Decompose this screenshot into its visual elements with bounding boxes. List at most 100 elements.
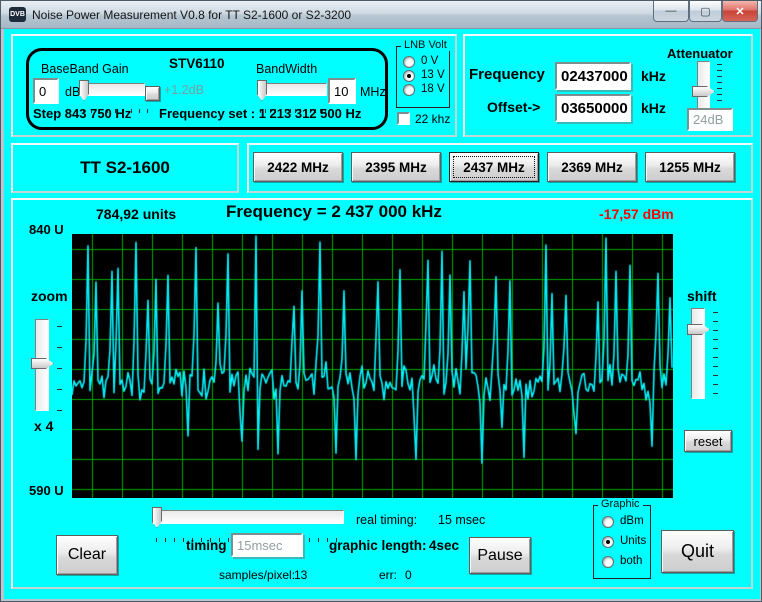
graphic-length-label: graphic length: bbox=[329, 538, 427, 553]
frequency-input[interactable]: 02437000 bbox=[555, 62, 631, 90]
samples-per-pixel-label: samples/pixel: bbox=[219, 568, 296, 582]
preset-2437-button[interactable]: 2437 MHz bbox=[449, 152, 539, 182]
minimize-button[interactable]: — bbox=[653, 1, 689, 22]
bandwidth-input[interactable]: 10 bbox=[328, 78, 356, 104]
err-label: err: bbox=[379, 568, 397, 582]
preset-panel: 2422 MHz 2395 MHz 2437 MHz 2369 MHz 1255… bbox=[247, 143, 753, 193]
samples-per-pixel-value: 13 bbox=[294, 568, 308, 582]
gain-extra-label: +1.2dB bbox=[164, 83, 204, 97]
graph-panel: 784,92 units Frequency = 2 437 000 kHz -… bbox=[11, 198, 753, 589]
units-readout: 784,92 units bbox=[96, 206, 177, 222]
shift-slider-thumb[interactable] bbox=[687, 324, 710, 335]
preset-2422-button[interactable]: 2422 MHz bbox=[253, 152, 343, 182]
zoom-slider-ticks bbox=[57, 326, 62, 431]
frequency-label: Frequency bbox=[469, 66, 545, 83]
graphic-mode-label: Graphic bbox=[598, 498, 643, 510]
titlebar[interactable]: DVB Noise Power Measurement V0.8 for TT … bbox=[1, 1, 761, 29]
lnb-volt-group: LNB Volt 0 V 13 V 18 V bbox=[396, 39, 450, 108]
preset-2437-label: 2437 MHz bbox=[463, 159, 525, 175]
preset-2422-label: 2422 MHz bbox=[267, 159, 329, 175]
zoom-factor-label: x 4 bbox=[34, 418, 54, 434]
graphic-dbm-radio[interactable] bbox=[602, 516, 614, 528]
clear-button-label: Clear bbox=[67, 546, 107, 563]
lnb-18v-radio[interactable] bbox=[403, 84, 415, 96]
timing-slider-thumb[interactable] bbox=[152, 507, 162, 528]
lnb-13v-radio[interactable] bbox=[403, 70, 415, 82]
lnb-18v-label: 18 V bbox=[421, 83, 445, 95]
attenuator-ticks bbox=[717, 64, 722, 106]
attenuator-value-field[interactable]: 24dB bbox=[687, 108, 733, 131]
preset-2369-button[interactable]: 2369 MHz bbox=[547, 152, 637, 182]
y-max-label: 840 U bbox=[29, 222, 64, 237]
chip-label: STV6110 bbox=[169, 56, 225, 71]
graphic-units-label: Units bbox=[620, 535, 647, 547]
maximize-icon: ▢ bbox=[700, 5, 711, 18]
timing-slider-track[interactable] bbox=[152, 510, 344, 524]
gain-input[interactable]: 0 bbox=[33, 78, 59, 104]
graphic-mode-group: Graphic dBm Units both bbox=[593, 498, 651, 579]
attenuator-slider-track[interactable] bbox=[697, 61, 710, 109]
reset-button-label: reset bbox=[693, 433, 723, 449]
close-button[interactable]: ✕ bbox=[722, 1, 758, 22]
clear-button[interactable]: Clear bbox=[56, 535, 118, 575]
step-label: Step 843 750 Hz bbox=[33, 106, 132, 121]
device-panel: TT S2-1600 bbox=[11, 143, 239, 193]
tone-22khz-checkbox[interactable] bbox=[397, 112, 410, 125]
window-title: Noise Power Measurement V0.8 for TT S2-1… bbox=[32, 8, 352, 22]
app-window: DVB Noise Power Measurement V0.8 for TT … bbox=[0, 0, 762, 602]
preset-1255-button[interactable]: 1255 MHz bbox=[645, 152, 735, 182]
quit-button-label: Quit bbox=[680, 541, 714, 561]
real-timing-label: real timing: bbox=[356, 513, 418, 527]
zoom-slider-thumb[interactable] bbox=[31, 358, 54, 369]
timing-input[interactable]: 15msec bbox=[231, 533, 303, 557]
client-area: BaseBand Gain STV6110 BandWidth 0 dB +1.… bbox=[4, 29, 760, 599]
attenuator-value: 24dB bbox=[693, 112, 724, 127]
real-timing-value: 15 msec bbox=[438, 513, 486, 527]
tuner-panel: BaseBand Gain STV6110 BandWidth 0 dB +1.… bbox=[11, 34, 457, 137]
y-min-label: 590 U bbox=[29, 483, 64, 498]
lnb-13v-label: 13 V bbox=[421, 69, 445, 81]
pause-button[interactable]: Pause bbox=[469, 537, 531, 574]
bandwidth-slider-track[interactable] bbox=[257, 83, 327, 96]
graphic-units-radio[interactable] bbox=[602, 536, 614, 548]
graphic-length-value: 4sec bbox=[429, 538, 460, 553]
lnb-0v-label: 0 V bbox=[421, 55, 439, 67]
lnb-volt-label: LNB Volt bbox=[401, 39, 450, 51]
shift-label: shift bbox=[687, 288, 717, 304]
reset-button[interactable]: reset bbox=[684, 430, 732, 452]
offset-unit-label: kHz bbox=[641, 100, 666, 116]
attenuator-label: Attenuator bbox=[667, 46, 733, 61]
gain-unit-label: dB bbox=[65, 85, 81, 99]
minimize-icon: — bbox=[665, 5, 677, 17]
preset-2369-label: 2369 MHz bbox=[561, 159, 623, 175]
close-icon: ✕ bbox=[735, 5, 745, 18]
shift-slider-ticks bbox=[713, 312, 718, 402]
shift-slider-track[interactable] bbox=[691, 308, 705, 399]
offset-label: Offset-> bbox=[487, 99, 541, 115]
device-label: TT S2-1600 bbox=[80, 158, 170, 177]
gain-extra-button[interactable] bbox=[145, 86, 160, 101]
quit-button[interactable]: Quit bbox=[661, 530, 734, 573]
preset-2395-label: 2395 MHz bbox=[365, 159, 427, 175]
pause-button-label: Pause bbox=[477, 546, 523, 564]
baseband-gain-label: BaseBand Gain bbox=[41, 62, 129, 76]
timing-label: timing bbox=[186, 538, 227, 553]
rf-panel: Frequency 02437000 kHz Offset-> 03650000… bbox=[463, 34, 753, 137]
graphic-dbm-label: dBm bbox=[620, 515, 644, 527]
preset-1255-label: 1255 MHz bbox=[659, 159, 721, 175]
bandwidth-label: BandWidth bbox=[256, 62, 318, 76]
lnb-0v-radio[interactable] bbox=[403, 56, 415, 68]
zoom-label: zoom bbox=[31, 288, 68, 304]
attenuator-slider-thumb[interactable] bbox=[692, 86, 715, 97]
maximize-button[interactable]: ▢ bbox=[689, 1, 722, 22]
scope-display bbox=[72, 234, 673, 498]
timing-value: 15msec bbox=[237, 537, 283, 553]
preset-2395-button[interactable]: 2395 MHz bbox=[351, 152, 441, 182]
err-value: 0 bbox=[405, 568, 412, 582]
graphic-both-radio[interactable] bbox=[602, 556, 614, 568]
bandwidth-unit-label: MHz bbox=[360, 85, 386, 99]
graphic-both-label: both bbox=[620, 555, 643, 567]
offset-input[interactable]: 03650000 bbox=[555, 94, 631, 122]
frequency-unit-label: kHz bbox=[641, 68, 666, 84]
frequency-readout: Frequency = 2 437 000 kHz bbox=[226, 202, 442, 221]
